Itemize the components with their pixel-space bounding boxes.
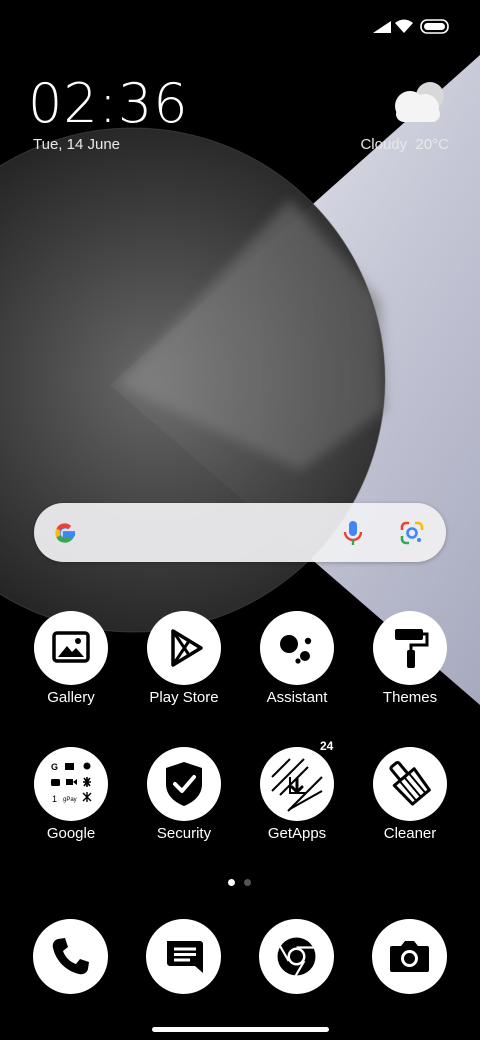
app-label: GetApps bbox=[267, 825, 327, 842]
app-label: Cleaner bbox=[383, 825, 437, 842]
message-icon bbox=[167, 941, 203, 973]
app-label: Gallery bbox=[47, 689, 95, 706]
weather-temperature: 20°C bbox=[415, 136, 449, 153]
page-dot-active bbox=[228, 879, 235, 886]
app-label: Google bbox=[46, 825, 96, 842]
paint-roller-icon bbox=[395, 629, 429, 668]
shield-check-icon bbox=[166, 762, 202, 806]
google-logo-icon bbox=[55, 523, 76, 543]
app-label: Security bbox=[156, 825, 212, 842]
google-search-bar[interactable] bbox=[34, 503, 446, 562]
dock-messages[interactable] bbox=[146, 919, 221, 994]
app-label: Assistant bbox=[266, 689, 328, 706]
broom-icon bbox=[389, 760, 431, 806]
page-dot bbox=[244, 879, 251, 886]
svg-text:gPay: gPay bbox=[63, 797, 77, 803]
dock-phone[interactable] bbox=[33, 919, 108, 994]
themes-app-icon[interactable] bbox=[373, 611, 447, 685]
app-cleaner[interactable]: Cleaner bbox=[355, 747, 465, 857]
weather-condition: Cloudy bbox=[360, 136, 408, 153]
cellular-signal-icon bbox=[373, 21, 391, 33]
google-lens-icon[interactable] bbox=[399, 520, 425, 546]
google-folder-icon[interactable]: G 1 gPay bbox=[34, 747, 108, 821]
app-label: Play Store bbox=[149, 689, 219, 706]
microphone-icon[interactable] bbox=[341, 519, 365, 547]
dock-camera[interactable] bbox=[372, 919, 447, 994]
image-icon bbox=[52, 631, 90, 663]
svg-text:1: 1 bbox=[52, 794, 57, 804]
security-app-icon[interactable] bbox=[147, 747, 221, 821]
app-gallery[interactable]: Gallery bbox=[16, 611, 126, 721]
app-security[interactable]: Security bbox=[129, 747, 239, 857]
app-label: Themes bbox=[382, 689, 438, 706]
app-getapps[interactable]: 24 GetApps bbox=[242, 739, 352, 857]
battery-icon bbox=[420, 19, 449, 34]
date-label[interactable]: Tue, 14 June bbox=[33, 136, 120, 153]
status-bar bbox=[0, 0, 480, 54]
phone-icon bbox=[52, 938, 89, 975]
gallery-app-icon[interactable] bbox=[34, 611, 108, 685]
cleaner-app-icon[interactable] bbox=[373, 747, 447, 821]
camera-icon bbox=[390, 941, 429, 972]
svg-text:G: G bbox=[51, 762, 58, 772]
google-folder-icon: G 1 gPay bbox=[51, 762, 92, 804]
page-indicator[interactable] bbox=[226, 879, 256, 887]
app-play-store[interactable]: Play Store bbox=[129, 611, 239, 721]
notification-badge: 24 bbox=[320, 739, 334, 753]
dock-chrome[interactable] bbox=[259, 919, 334, 994]
home-gesture-bar[interactable] bbox=[152, 1027, 329, 1032]
cloud-icon[interactable] bbox=[388, 76, 450, 128]
assistant-dots-icon bbox=[280, 635, 312, 664]
assistant-app-icon[interactable] bbox=[260, 611, 334, 685]
app-google-folder[interactable]: G 1 gPay Google bbox=[16, 747, 126, 857]
play-triangle-icon bbox=[171, 629, 203, 667]
app-assistant[interactable]: Assistant bbox=[242, 611, 352, 721]
play-store-app-icon[interactable] bbox=[147, 611, 221, 685]
clock-time[interactable]: 02:36 bbox=[28, 74, 189, 134]
getapps-app-icon[interactable] bbox=[260, 747, 334, 821]
wifi-icon bbox=[395, 19, 413, 33]
weather-label[interactable]: Cloudy 20°C bbox=[360, 136, 449, 153]
app-themes[interactable]: Themes bbox=[355, 611, 465, 721]
chrome-icon bbox=[277, 937, 316, 977]
getapps-icon bbox=[271, 758, 323, 812]
